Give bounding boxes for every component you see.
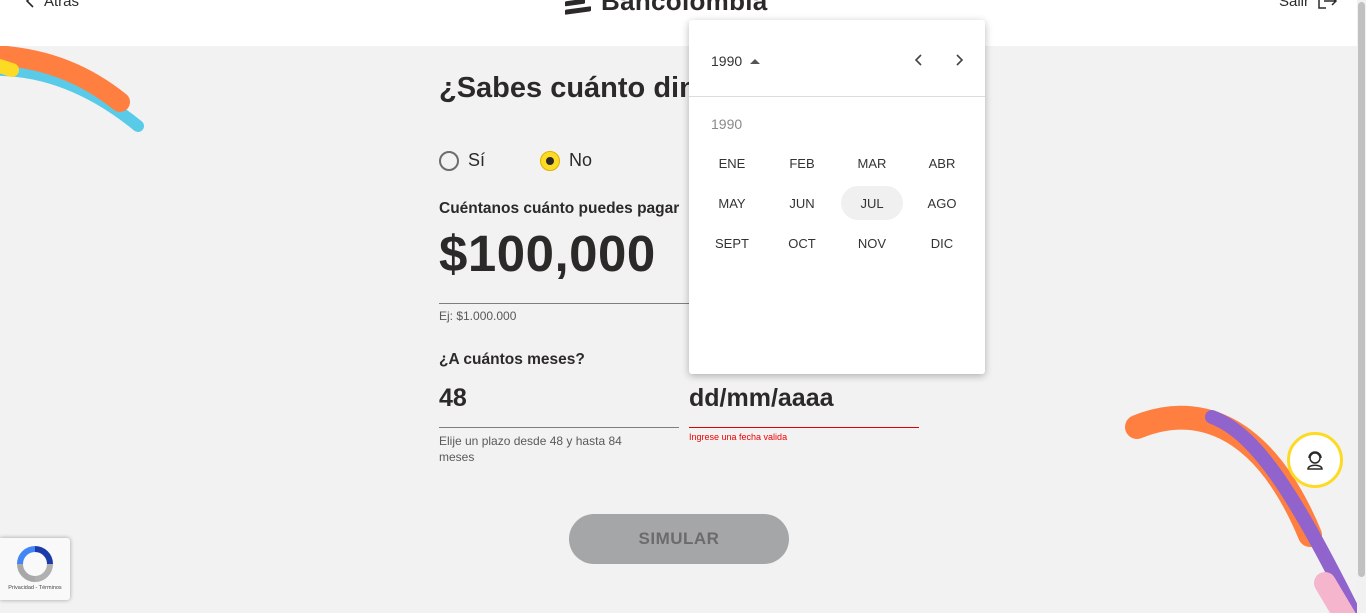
radio-selected-icon[interactable]: [540, 150, 560, 171]
top-bar: Atrás Bancolombia Salir: [0, 0, 1366, 46]
month-abr[interactable]: ABR: [911, 146, 973, 180]
month-mar[interactable]: MAR: [841, 146, 903, 180]
radio-si[interactable]: Sí: [439, 150, 485, 171]
exit-label: Salir: [1279, 0, 1310, 10]
prev-year-button[interactable]: [907, 48, 931, 72]
brand-logo: Bancolombia: [565, 0, 768, 16]
date-input[interactable]: dd/mm/aaaa: [689, 384, 834, 413]
amount-hint: Ej: $1.000.000: [439, 309, 517, 323]
assistant-button[interactable]: [1287, 432, 1343, 488]
back-label: Atrás: [44, 0, 80, 10]
decorative-swoosh-right: [1125, 405, 1357, 613]
month-jun[interactable]: JUN: [771, 186, 833, 220]
radio-no-label: No: [569, 150, 593, 170]
recaptcha-icon: [17, 546, 53, 582]
simulate-button[interactable]: SIMULAR: [569, 514, 789, 564]
months-underline: [439, 427, 679, 428]
chevron-left-icon: [25, 0, 34, 8]
chevron-left-icon: [914, 54, 922, 66]
months-input[interactable]: 48: [439, 384, 467, 413]
amount-label: Cuéntanos cuánto puedes pagar: [439, 200, 680, 217]
caret-up-icon: [750, 58, 761, 64]
month-ago[interactable]: AGO: [911, 186, 973, 220]
month-jul[interactable]: JUL: [841, 186, 903, 220]
month-may[interactable]: MAY: [701, 186, 763, 220]
picker-year-label: 1990: [711, 116, 743, 132]
month-feb[interactable]: FEB: [771, 146, 833, 180]
month-nov[interactable]: NOV: [841, 226, 903, 260]
radio-no[interactable]: No: [540, 150, 592, 171]
month-oct[interactable]: OCT: [771, 226, 833, 260]
recaptcha-text: Privacidad - Términos: [8, 585, 62, 591]
logo-mark-icon: [565, 0, 593, 15]
exit-icon: [1318, 0, 1338, 9]
back-button[interactable]: Atrás: [24, 0, 79, 11]
recaptcha-badge[interactable]: Privacidad - Términos: [0, 538, 70, 600]
year-selector-label: 1990: [711, 53, 743, 69]
exit-button[interactable]: Salir: [1279, 0, 1339, 11]
year-selector[interactable]: 1990: [711, 53, 761, 69]
decorative-swoosh-left: [0, 45, 144, 132]
months-label: ¿A cuántos meses?: [439, 351, 585, 368]
month-sept[interactable]: SEPT: [701, 226, 763, 260]
brand-name: Bancolombia: [601, 0, 768, 16]
month-picker: 1990 1990 ENE FEB MAR ABR MAY JUN JUL AG…: [689, 20, 985, 374]
date-underline: [689, 427, 919, 428]
next-year-button[interactable]: [947, 48, 971, 72]
picker-divider: [689, 96, 985, 97]
scrollbar-thumb[interactable]: [1358, 2, 1365, 577]
amount-input[interactable]: $100,000: [439, 224, 656, 283]
amount-underline: [439, 303, 689, 304]
date-error: Ingrese una fecha valida: [689, 432, 788, 442]
month-ene[interactable]: ENE: [701, 146, 763, 180]
radio-circle-icon[interactable]: [439, 150, 459, 171]
months-hint: Elije un plazo desde 48 y hasta 84 meses: [439, 434, 622, 464]
month-dic[interactable]: DIC: [911, 226, 973, 260]
radio-si-label: Sí: [468, 150, 486, 170]
assistant-headset-icon: [1307, 451, 1323, 470]
question-title: ¿Sabes cuánto dine: [439, 72, 713, 104]
page-scrollbar[interactable]: [1357, 0, 1366, 613]
chevron-right-icon: [956, 54, 964, 66]
